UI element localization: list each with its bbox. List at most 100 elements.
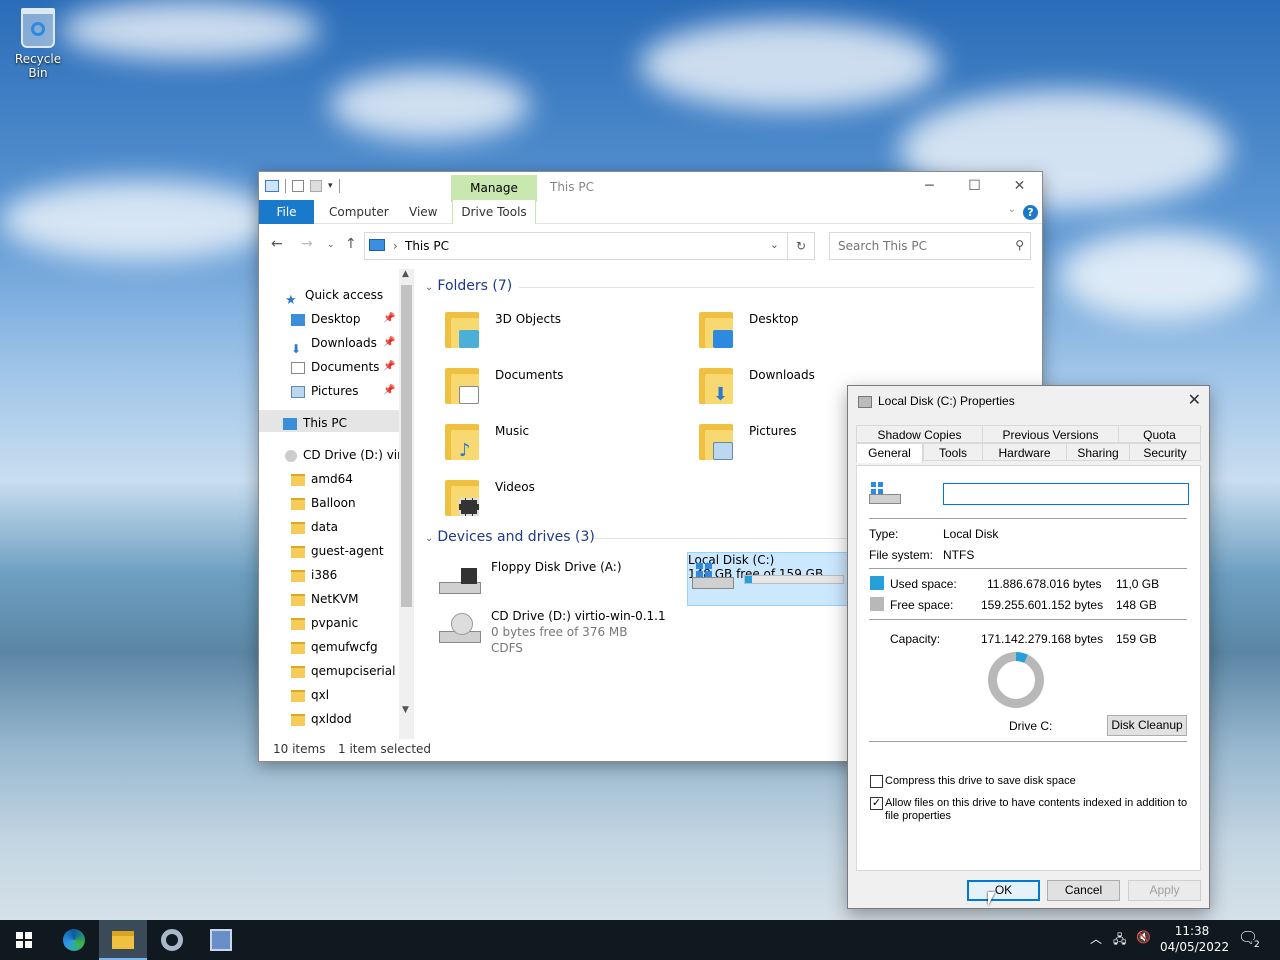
drive-local-c[interactable]: Local Disk (C:) 148 GB free of 159 GB: [687, 552, 852, 606]
new-folder-qat-icon[interactable]: [310, 180, 322, 192]
cancel-button[interactable]: Cancel: [1047, 880, 1120, 901]
nav-folder[interactable]: qxldod: [291, 708, 352, 730]
tab-view[interactable]: View: [409, 200, 437, 224]
minimize-button[interactable]: ─: [907, 172, 952, 200]
folder-videos[interactable]: Videos: [443, 476, 683, 526]
up-button[interactable]: ↑: [345, 236, 357, 252]
search-box[interactable]: ⚲: [829, 232, 1031, 260]
folders-group-header[interactable]: ⌄ Folders (7): [425, 278, 512, 294]
nav-downloads[interactable]: ⬇ Downloads 📌: [291, 332, 395, 356]
capacity-bytes: 171.142.279.168 bytes: [981, 632, 1104, 646]
nav-folder[interactable]: amd64: [291, 468, 353, 490]
nav-folder[interactable]: NetKVM: [291, 588, 359, 610]
ok-button[interactable]: OK: [967, 880, 1040, 901]
compress-checkbox[interactable]: [870, 775, 883, 788]
folder-documents[interactable]: Documents: [443, 364, 683, 414]
network-icon[interactable]: 🖧: [1113, 930, 1126, 951]
nav-documents[interactable]: Documents 📌: [291, 356, 395, 378]
devices-group-header[interactable]: ⌄ Devices and drives (3): [425, 529, 595, 545]
properties-qat-icon[interactable]: [292, 180, 304, 192]
close-icon[interactable]: ✕: [1188, 390, 1201, 410]
taskbar: ︿ 🖧 🔇 11:38 04/05/2022 🗨 2: [0, 920, 1280, 960]
nav-folder[interactable]: qemufwcfg: [291, 636, 378, 658]
help-icon[interactable]: ?: [1023, 205, 1038, 220]
nav-this-pc[interactable]: This PC: [283, 412, 347, 434]
nav-cd-drive[interactable]: CD Drive (D:) virtio: [285, 444, 414, 466]
nav-folder[interactable]: qemupciserial: [291, 660, 395, 682]
clock[interactable]: 11:38 04/05/2022: [1160, 923, 1229, 955]
tab-hardware[interactable]: Hardware: [982, 443, 1067, 461]
tab-security[interactable]: Security: [1129, 443, 1201, 461]
back-button[interactable]: ←: [271, 236, 283, 252]
desktop-icon: [291, 313, 305, 326]
nav-folder[interactable]: Balloon: [291, 492, 356, 514]
tab-drive-tools[interactable]: Drive Tools: [452, 200, 536, 224]
tab-previous-versions[interactable]: Previous Versions: [982, 425, 1119, 443]
nav-folder[interactable]: i386: [291, 564, 337, 586]
tab-sharing[interactable]: Sharing: [1066, 443, 1130, 461]
document-icon: [291, 361, 305, 374]
scroll-up-icon[interactable]: ▲: [402, 269, 409, 279]
folder-icon: [291, 689, 305, 702]
pin-icon: 📌: [383, 361, 396, 372]
show-hidden-icons-icon[interactable]: ︿: [1090, 930, 1102, 947]
nav-folder[interactable]: guest-agent: [291, 540, 384, 562]
disk-cleanup-button[interactable]: Disk Cleanup: [1107, 715, 1187, 736]
nav-pictures[interactable]: Pictures 📌: [291, 380, 395, 402]
nav-scrollbar[interactable]: ▲ ▼: [399, 269, 414, 739]
tab-tools[interactable]: Tools: [923, 443, 983, 461]
this-pc-icon: [283, 417, 297, 430]
maximize-button[interactable]: ☐: [952, 172, 997, 200]
downloads-folder-icon: ⬇: [697, 364, 735, 406]
close-button[interactable]: ✕: [997, 172, 1042, 200]
address-bar[interactable]: › This PC ⌄: [364, 232, 788, 260]
breadcrumb[interactable]: This PC: [405, 239, 449, 253]
scroll-thumb[interactable]: [401, 285, 412, 607]
free-space-label: Free space:: [890, 598, 954, 612]
this-pc-icon: [265, 180, 279, 192]
tab-file[interactable]: File: [259, 200, 314, 224]
tab-quota[interactable]: Quota: [1118, 425, 1201, 443]
qat-dropdown-icon[interactable]: ▾: [328, 181, 333, 191]
nav-quick-access[interactable]: ★ Quick access: [285, 284, 383, 308]
breadcrumb-separator: ›: [393, 239, 398, 253]
start-button[interactable]: [0, 920, 48, 960]
local-disk-icon: [869, 482, 901, 506]
nav-folder[interactable]: data: [291, 516, 338, 538]
address-row: ← → ⌄ ↑ › This PC ⌄ ↻ ⚲: [259, 224, 1042, 264]
recent-locations-icon[interactable]: ⌄: [327, 240, 335, 250]
tab-shadow-copies[interactable]: Shadow Copies: [856, 425, 983, 443]
edge-button[interactable]: [50, 920, 98, 960]
search-input[interactable]: [830, 233, 1000, 259]
tab-manage[interactable]: Manage: [451, 175, 537, 202]
chevron-down-icon[interactable]: ⌄: [770, 238, 779, 251]
drive-floppy[interactable]: Floppy Disk Drive (A:): [439, 560, 639, 616]
this-pc-icon: [369, 239, 385, 251]
nav-folder[interactable]: qxl: [291, 684, 329, 706]
apply-button[interactable]: Apply: [1128, 880, 1201, 901]
edge-icon: [63, 929, 85, 951]
tab-general[interactable]: General: [856, 443, 923, 463]
compress-label: Compress this drive to save disk space: [885, 775, 1076, 787]
server-manager-button[interactable]: [197, 920, 245, 960]
index-checkbox[interactable]: ✓: [870, 797, 883, 810]
folder-desktop[interactable]: Desktop: [697, 308, 937, 358]
scroll-down-icon[interactable]: ▼: [402, 705, 409, 715]
tab-computer[interactable]: Computer: [329, 200, 389, 224]
recycle-bin[interactable]: Recycle Bin: [6, 8, 70, 80]
nav-desktop[interactable]: Desktop 📌: [291, 308, 395, 330]
folder-icon: [291, 521, 305, 534]
nav-folder[interactable]: pvpanic: [291, 612, 358, 634]
folder-3d-objects[interactable]: 3D Objects: [443, 308, 683, 358]
capacity-gb: 159 GB: [1116, 632, 1157, 646]
forward-button[interactable]: →: [301, 236, 313, 252]
file-explorer-button[interactable]: [99, 920, 147, 960]
expand-ribbon-icon[interactable]: ⌄: [1008, 204, 1016, 215]
file-explorer-icon: [112, 931, 134, 949]
drive-name-field[interactable]: [943, 483, 1189, 505]
settings-button[interactable]: [148, 920, 196, 960]
folder-music[interactable]: ♪ Music: [443, 420, 683, 470]
drive-cd-d[interactable]: CD Drive (D:) virtio-win-0.1.1 0 bytes f…: [439, 609, 699, 665]
refresh-button[interactable]: ↻: [788, 232, 815, 260]
volume-muted-icon[interactable]: 🔇: [1136, 930, 1151, 944]
